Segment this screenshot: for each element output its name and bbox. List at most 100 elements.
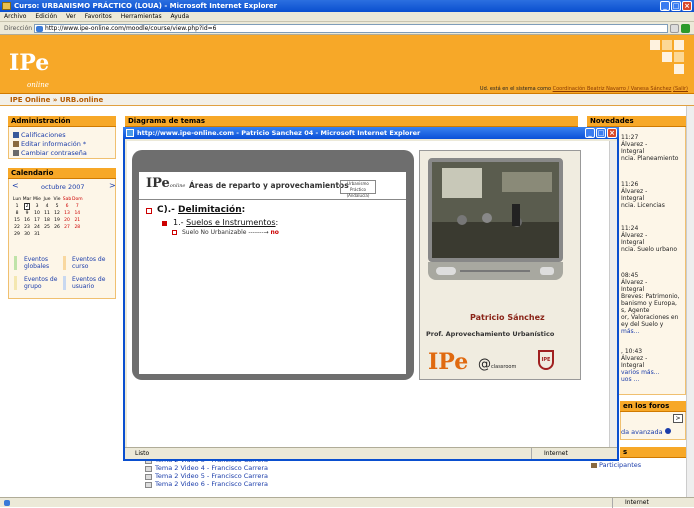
calendar-next[interactable]: > bbox=[109, 181, 116, 190]
calendar-day[interactable]: 25 bbox=[42, 224, 52, 231]
minimize-button[interactable]: _ bbox=[660, 1, 670, 11]
calendar-day[interactable]: 27 bbox=[62, 224, 72, 231]
calendar-day[interactable]: 31 bbox=[32, 231, 42, 238]
calendar-day[interactable]: 1 bbox=[12, 203, 22, 210]
video-file-icon bbox=[145, 473, 152, 480]
speaker-role: Prof. Aprovechamiento Urbanístico bbox=[426, 330, 555, 338]
news-line[interactable]: más... bbox=[621, 328, 639, 335]
help-icon[interactable] bbox=[664, 428, 671, 434]
news-line: ey del Suelo y bbox=[621, 321, 664, 328]
address-input[interactable]: http://www.ipe-online.com/moodle/course/… bbox=[34, 24, 668, 33]
calendar-day[interactable]: 17 bbox=[32, 217, 42, 224]
calendar-day[interactable]: 18 bbox=[42, 217, 52, 224]
calendar-day[interactable]: 13 bbox=[62, 210, 72, 217]
calendar-day[interactable]: 9 bbox=[22, 210, 32, 217]
participants-link[interactable]: Participantes bbox=[591, 461, 641, 469]
calendar-day[interactable]: 10 bbox=[32, 210, 42, 217]
site-logo[interactable]: IPe online bbox=[9, 50, 49, 89]
news-line: Álvarez - bbox=[621, 232, 648, 239]
popup-ie-icon bbox=[126, 129, 134, 137]
video-player[interactable] bbox=[428, 158, 563, 262]
window-title-bar: Curso: URBANISMO PRÁCTICO (LOUA) - Micro… bbox=[0, 0, 694, 12]
topic-item[interactable]: Tema 2 Video 5 - Francisco Carrera bbox=[145, 473, 268, 480]
legend-global[interactable]: Eventos globales bbox=[24, 256, 60, 270]
calendar-day[interactable]: 22 bbox=[12, 224, 22, 231]
address-dropdown-icon[interactable] bbox=[670, 24, 679, 33]
calendar-day[interactable]: 20 bbox=[62, 217, 72, 224]
menu-calificaciones[interactable]: Calificaciones bbox=[9, 130, 115, 139]
news-line[interactable]: varios más... bbox=[621, 369, 659, 376]
popup-minimize-button[interactable]: _ bbox=[585, 128, 595, 138]
maximize-button[interactable]: □ bbox=[671, 1, 681, 11]
calendar-day[interactable]: 8 bbox=[12, 210, 22, 217]
sub-prefix: 1.- bbox=[173, 218, 187, 227]
video-file-icon bbox=[145, 465, 152, 472]
calendar-day[interactable]: 2 bbox=[22, 203, 32, 210]
news-line: ncia. Planeamiento bbox=[621, 155, 679, 162]
advanced-search-link[interactable]: da avanzada bbox=[621, 428, 671, 436]
volume-icon[interactable] bbox=[540, 267, 554, 275]
slide-logo: IPeonline bbox=[146, 176, 185, 191]
play-button[interactable] bbox=[436, 267, 456, 275]
popup-close-button[interactable]: × bbox=[607, 128, 617, 138]
legend-user[interactable]: Eventos de usuario bbox=[72, 276, 110, 290]
topics-title: Diagrama de temas bbox=[125, 116, 578, 127]
close-button[interactable]: × bbox=[682, 1, 692, 11]
calendar-day[interactable]: 30 bbox=[22, 231, 32, 238]
calendar-day[interactable]: 12 bbox=[52, 210, 62, 217]
day-header: Lun bbox=[12, 197, 22, 202]
calendar-today[interactable]: 2 bbox=[23, 203, 31, 210]
calendar-day[interactable]: 21 bbox=[72, 217, 83, 224]
slide-logo-sub: online bbox=[169, 183, 186, 189]
slide-bullet: Suelo No Urbanizable -------→ no bbox=[182, 229, 279, 236]
sub-text: Suelos e Instrumentos bbox=[186, 218, 276, 227]
calendar-month[interactable]: octubre 2007 bbox=[41, 183, 84, 191]
calendar-day[interactable]: 14 bbox=[72, 210, 83, 217]
menu-bar: Archivo Edición Ver Favoritos Herramient… bbox=[0, 12, 694, 22]
calendar-day[interactable]: 23 bbox=[22, 224, 32, 231]
breadcrumb[interactable]: IPE Online » URB.online bbox=[0, 94, 694, 106]
go-arrow-icon[interactable] bbox=[681, 24, 690, 33]
popup-scrollbar[interactable] bbox=[609, 141, 617, 447]
calendar-day[interactable]: 3 bbox=[32, 203, 42, 210]
address-label: Dirección bbox=[4, 25, 33, 32]
calendar-day[interactable]: 28 bbox=[72, 224, 83, 231]
topic-item[interactable]: Tema 2 Video 4 - Francisco Carrera bbox=[145, 465, 268, 472]
menu-ayuda[interactable]: Ayuda bbox=[171, 13, 190, 20]
bullet-result: no bbox=[270, 229, 279, 236]
news-line[interactable]: uos ... bbox=[621, 376, 639, 383]
menu-favoritos[interactable]: Favoritos bbox=[85, 13, 112, 20]
popup-maximize-button[interactable]: □ bbox=[596, 128, 606, 138]
calendar-day[interactable]: 16 bbox=[22, 217, 32, 224]
menu-herramientas[interactable]: Herramientas bbox=[121, 13, 162, 20]
calendar-day[interactable]: 24 bbox=[32, 224, 42, 231]
menu-ver[interactable]: Ver bbox=[66, 13, 76, 20]
calendar-day[interactable]: 5 bbox=[52, 203, 62, 210]
menu-archivo[interactable]: Archivo bbox=[4, 13, 26, 20]
legend-course[interactable]: Eventos de curso bbox=[72, 256, 110, 270]
forum-search-button[interactable]: > bbox=[673, 414, 683, 423]
topic-item[interactable]: Tema 2 Video 6 - Francisco Carrera bbox=[145, 481, 268, 488]
calendar-day[interactable]: 6 bbox=[62, 203, 72, 210]
key-icon bbox=[13, 149, 19, 156]
page-scrollbar[interactable] bbox=[686, 106, 694, 497]
calendar-day[interactable]: 15 bbox=[12, 217, 22, 224]
calendar-week: 1234567 bbox=[12, 203, 83, 210]
news-line: 11:27 bbox=[621, 134, 639, 141]
calendar-day[interactable]: 4 bbox=[42, 203, 52, 210]
calendar-day[interactable]: 11 bbox=[42, 210, 52, 217]
menu-editar-informacion[interactable]: Editar información * bbox=[9, 139, 115, 148]
calendar-day[interactable]: 19 bbox=[52, 217, 62, 224]
logout-link[interactable]: (Salir) bbox=[673, 86, 688, 92]
calendar-day[interactable]: 7 bbox=[72, 203, 83, 210]
menu-cambiar-contrasena[interactable]: Cambiar contraseña bbox=[9, 148, 115, 157]
legend-group[interactable]: Eventos de grupo bbox=[24, 276, 60, 290]
menu-edicion[interactable]: Edición bbox=[35, 13, 57, 20]
calendar-day bbox=[72, 231, 83, 238]
login-user-link[interactable]: Coordinación Beatriz Navarro / Vanesa Sá… bbox=[553, 86, 672, 92]
people-icon bbox=[591, 462, 597, 468]
video-seek-bar[interactable] bbox=[460, 270, 530, 272]
calendar-prev[interactable]: < bbox=[12, 181, 19, 190]
calendar-day[interactable]: 26 bbox=[52, 224, 62, 231]
calendar-day[interactable]: 29 bbox=[12, 231, 22, 238]
